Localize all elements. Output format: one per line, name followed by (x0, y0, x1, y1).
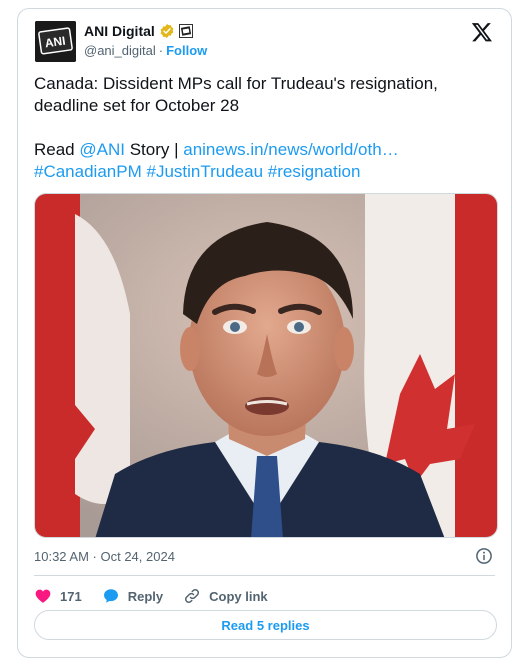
mention-link[interactable]: @ANI (79, 140, 125, 159)
tweet-text: Canada: Dissident MPs call for Trudeau's… (34, 73, 494, 183)
reply-bubble-icon (103, 589, 118, 603)
divider (34, 575, 495, 576)
reply-button[interactable]: Reply (102, 587, 163, 605)
info-icon[interactable] (475, 547, 493, 565)
hashtag-resignation[interactable]: #resignation (268, 162, 361, 181)
copy-link-button[interactable]: Copy link (183, 587, 268, 605)
verified-badge-icon (160, 24, 174, 38)
affiliation-badge-icon[interactable] (178, 24, 193, 38)
story-text: Story | (124, 140, 184, 159)
action-bar: 171 Reply Copy link (34, 585, 288, 607)
author-name-row: ANI Digital (84, 23, 193, 39)
tweet-card: ANI ANI Digital @ani_digital · Follow Ca… (17, 8, 512, 658)
author-name[interactable]: ANI Digital (84, 23, 155, 39)
tweet-text-line-1: Canada: Dissident MPs call for Trudeau's… (34, 74, 438, 93)
author-handle-row: @ani_digital · Follow (84, 43, 207, 58)
avatar[interactable]: ANI (35, 21, 76, 62)
tweet-text-line-2: deadline set for October 28 (34, 96, 240, 115)
article-link[interactable]: aninews.in/news/world/oth… (183, 140, 398, 159)
reply-label: Reply (127, 588, 164, 604)
like-count: 171 (60, 588, 82, 604)
author-handle[interactable]: @ani_digital (84, 43, 156, 58)
hashtag-line: #CanadianPM #JustinTrudeau #resignation (34, 161, 494, 183)
hashtag-justintrudeau[interactable]: #JustinTrudeau (146, 162, 263, 181)
read-replies-button[interactable]: Read 5 replies (34, 610, 497, 640)
read-prefix: Read (34, 140, 80, 159)
copy-link-label: Copy link (209, 588, 268, 604)
follow-button[interactable]: Follow (166, 43, 207, 58)
tweet-photo[interactable] (34, 193, 498, 538)
tweet-read-line: Read @ANI Story | aninews.in/news/world/… (34, 139, 494, 161)
avatar-logo-text: ANI (44, 34, 66, 51)
x-logo-icon[interactable] (471, 21, 493, 43)
heart-icon (35, 589, 51, 603)
hashtag-canadianpm[interactable]: #CanadianPM (34, 162, 142, 181)
like-button[interactable]: 171 (34, 587, 82, 605)
separator-dot: · (158, 43, 164, 58)
tweet-timestamp[interactable]: 10:32 AM · Oct 24, 2024 (34, 549, 175, 564)
link-icon (185, 588, 200, 604)
